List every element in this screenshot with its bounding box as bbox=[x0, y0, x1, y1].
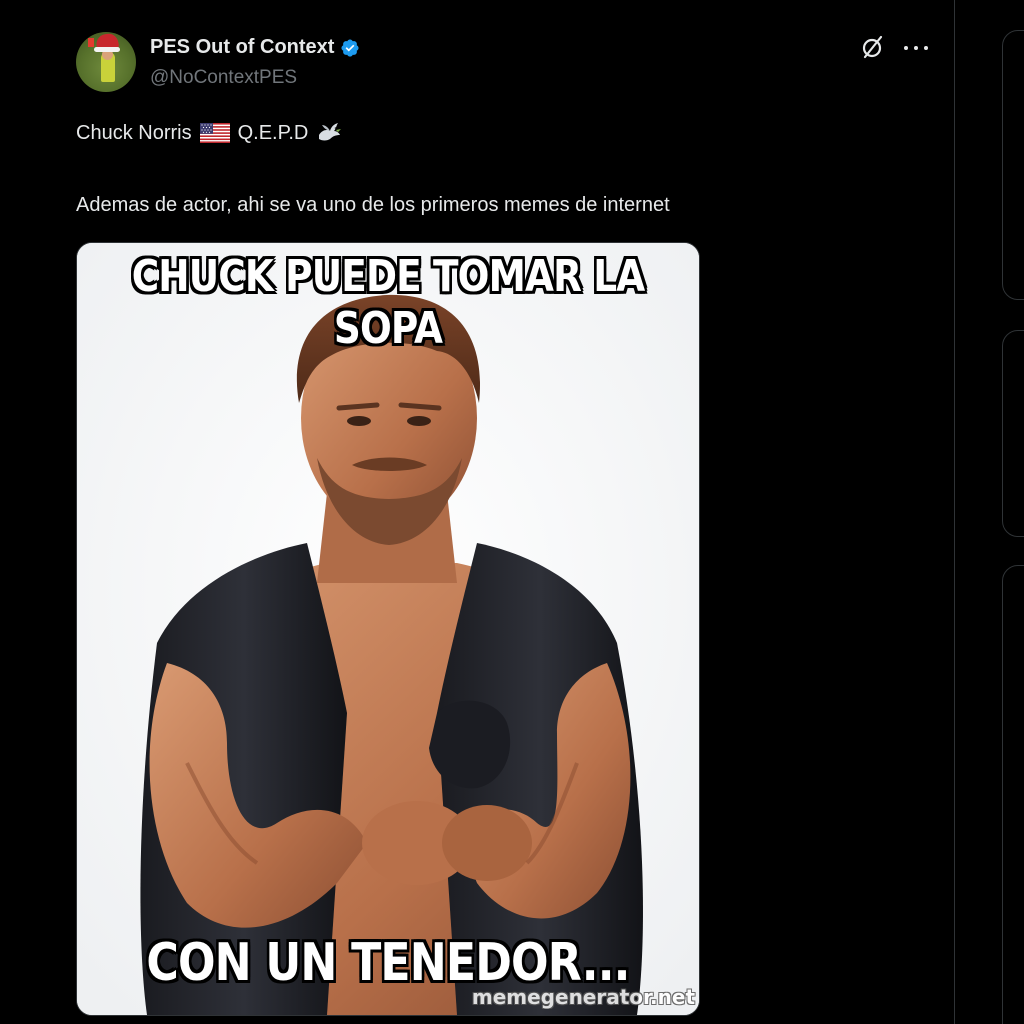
dot bbox=[904, 46, 908, 50]
verified-badge-icon bbox=[341, 38, 359, 57]
page: PES Out of Context @NoContextPES Chuck N… bbox=[0, 0, 1024, 1024]
tweet-text-line1: Chuck Norris Q.E.P.D bbox=[76, 118, 936, 148]
meme-top-caption: CHUCK PUEDE TOMAR LA SOPA bbox=[124, 251, 653, 355]
tweet-media-image[interactable]: CHUCK PUEDE TOMAR LA SOPA CON UN TENEDOR… bbox=[76, 242, 700, 1016]
meme-top-line1: CHUCK PUEDE TOMAR LA bbox=[131, 251, 645, 302]
santa-hat-brim bbox=[94, 47, 120, 52]
red-card bbox=[88, 38, 94, 47]
tweet-text-name: Chuck Norris bbox=[76, 122, 192, 144]
tweet-text-line2: Ademas de actor, ahi se va uno de los pr… bbox=[76, 194, 670, 216]
tweet: PES Out of Context @NoContextPES Chuck N… bbox=[0, 0, 954, 1024]
display-name-row[interactable]: PES Out of Context bbox=[150, 36, 360, 59]
us-flag-icon bbox=[199, 123, 230, 143]
sidebar-card[interactable] bbox=[1002, 565, 1024, 1024]
meme-bottom-caption: CON UN TENEDOR... bbox=[146, 933, 630, 993]
user-handle[interactable]: @NoContextPES bbox=[150, 67, 297, 89]
dove-icon bbox=[319, 123, 342, 141]
more-icon[interactable] bbox=[904, 38, 928, 58]
meme-top-line2: SOPA bbox=[333, 303, 443, 354]
tweet-text-qepd: Q.E.P.D bbox=[237, 122, 309, 144]
display-name[interactable]: PES Out of Context bbox=[150, 36, 334, 59]
column-divider bbox=[954, 0, 955, 1024]
grok-icon[interactable] bbox=[860, 34, 886, 60]
dot bbox=[924, 46, 928, 50]
tweet-text: Chuck Norris Q.E.P.D Ademas de actor, ah… bbox=[76, 118, 936, 220]
meme-watermark: memegenerator.net bbox=[471, 985, 695, 1009]
avatar[interactable] bbox=[76, 32, 136, 92]
sidebar-card[interactable] bbox=[1002, 330, 1024, 537]
dot bbox=[914, 46, 918, 50]
chuck-norris-photo bbox=[77, 243, 699, 1015]
sidebar-card[interactable] bbox=[1002, 30, 1024, 300]
